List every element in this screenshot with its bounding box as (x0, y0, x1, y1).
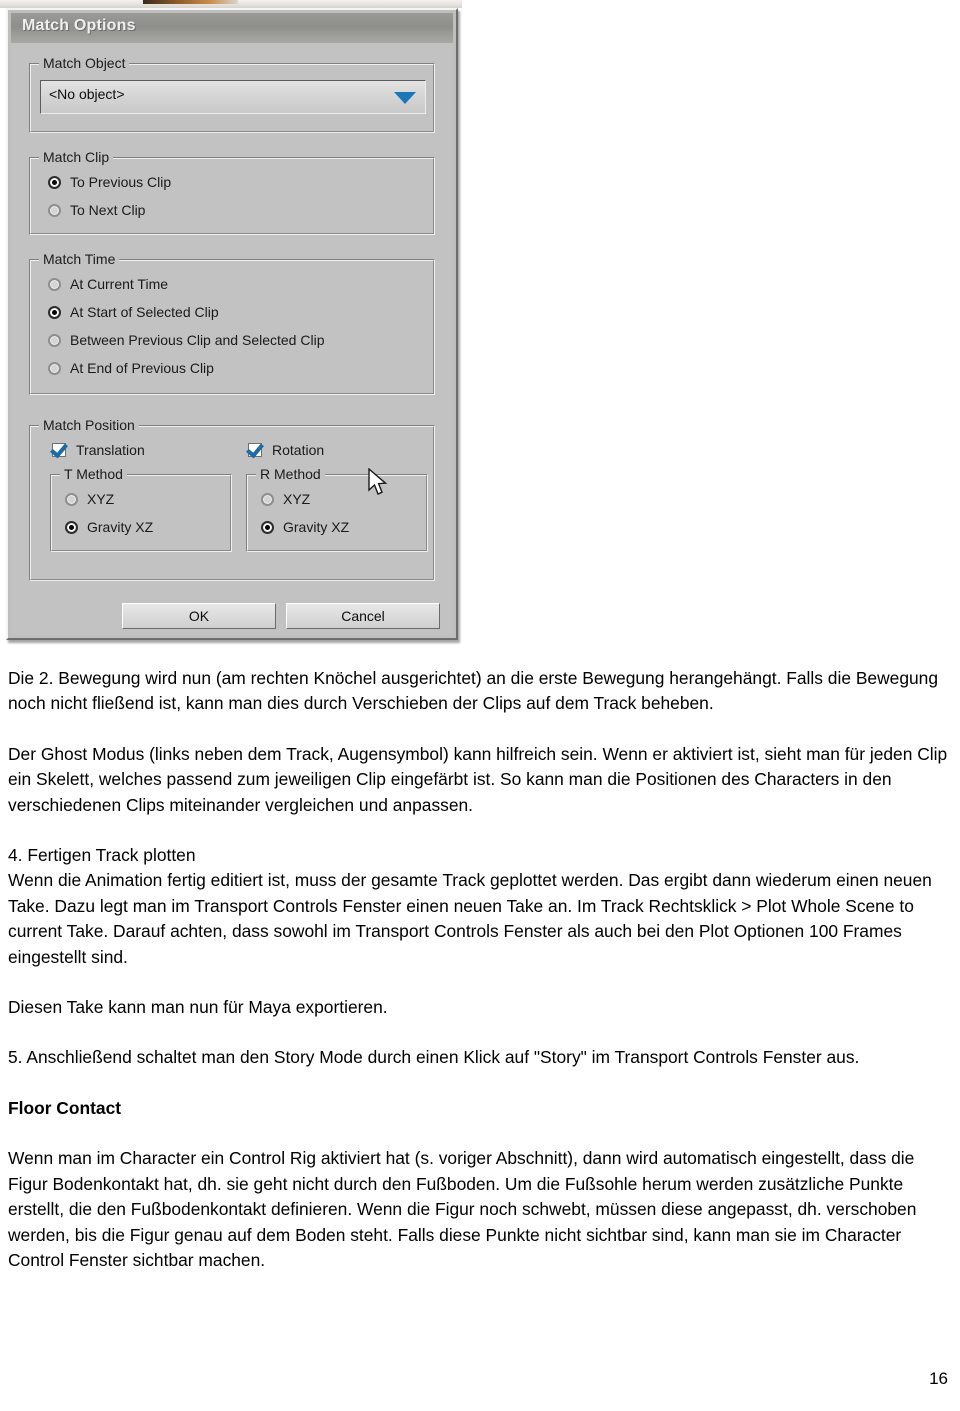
radio-to-next-clip[interactable]: To Next Clip (48, 202, 145, 218)
ok-button[interactable]: OK (122, 603, 276, 629)
group-t-method-bevel (51, 475, 231, 551)
radio-t-method-xyz[interactable]: XYZ (65, 491, 114, 507)
radio-to-previous-clip[interactable]: To Previous Clip (48, 174, 171, 190)
radio-label: Gravity XZ (87, 519, 154, 535)
radio-button-indicator[interactable] (48, 277, 61, 291)
group-r-method: R Method XYZ Gravity XZ (246, 466, 428, 552)
radio-button-indicator[interactable] (48, 175, 61, 189)
checkbox-label: Translation (76, 442, 145, 458)
radio-button-indicator[interactable] (48, 333, 61, 347)
radio-at-start-of-selected-clip[interactable]: At Start of Selected Clip (48, 304, 219, 320)
match-object-dropdown[interactable]: <No object> (40, 80, 426, 114)
paragraph: 5. Anschließend schaltet man den Story M… (8, 1047, 860, 1068)
chevron-down-icon[interactable] (394, 92, 416, 104)
group-r-method-bevel (247, 475, 427, 551)
radio-at-end-of-previous-clip[interactable]: At End of Previous Clip (48, 360, 214, 376)
radio-button-indicator[interactable] (48, 203, 61, 217)
group-match-position-label: Match Position (39, 417, 139, 433)
radio-button-indicator[interactable] (48, 361, 61, 375)
paragraph: Die 2. Bewegung wird nun (am rechten Knö… (8, 668, 939, 714)
group-r-method-label: R Method (256, 466, 325, 482)
cancel-button[interactable]: Cancel (286, 603, 440, 629)
background-window-accent-strip (143, 0, 238, 4)
dialog-titlebar[interactable]: Match Options (11, 13, 453, 43)
group-t-method-label: T Method (60, 466, 127, 482)
group-match-time: Match Time At Current Time At Start of S… (29, 251, 435, 395)
radio-t-method-gravity-xz[interactable]: Gravity XZ (65, 519, 153, 535)
radio-r-method-xyz[interactable]: XYZ (261, 491, 310, 507)
paragraph: Wenn die Animation fertig editiert ist, … (8, 870, 932, 967)
radio-label: To Next Clip (70, 202, 146, 218)
section-heading-floor-contact: Floor Contact (8, 1097, 122, 1118)
radio-label: XYZ (87, 491, 115, 507)
radio-label: Between Previous Clip and Selected Clip (70, 332, 325, 348)
radio-button-indicator[interactable] (261, 520, 274, 534)
checkbox-indicator[interactable] (248, 443, 262, 457)
checkbox-label: Rotation (272, 442, 325, 458)
radio-label: At End of Previous Clip (70, 360, 214, 376)
checkbox-indicator[interactable] (52, 443, 66, 457)
paragraph: Diesen Take kann man nun für Maya export… (8, 997, 388, 1018)
radio-button-indicator[interactable] (48, 305, 61, 319)
page-number: 16 (929, 1369, 948, 1388)
paragraph: Der Ghost Modus (links neben dem Track, … (8, 743, 948, 815)
section-heading-4: 4. Fertigen Track plotten (8, 845, 196, 866)
radio-button-indicator[interactable] (65, 520, 78, 534)
radio-button-indicator[interactable] (65, 492, 78, 506)
group-t-method: T Method XYZ Gravity XZ (50, 466, 232, 552)
radio-label: At Current Time (70, 276, 169, 292)
group-match-clip: Match Clip To Previous Clip To Next Clip (29, 149, 435, 235)
group-match-clip-bevel (30, 158, 434, 234)
radio-r-method-gravity-xz[interactable]: Gravity XZ (261, 519, 349, 535)
match-object-dropdown-value: <No object> (49, 86, 125, 102)
radio-at-current-time[interactable]: At Current Time (48, 276, 168, 292)
group-match-clip-label: Match Clip (39, 149, 114, 165)
background-window-sliver (0, 0, 462, 8)
radio-label: Gravity XZ (283, 519, 350, 535)
group-match-position: Match Position Translation Rotation T Me… (29, 417, 435, 581)
group-match-object: Match Object <No object> (29, 55, 435, 133)
checkbox-translation[interactable]: Translation (52, 442, 145, 458)
dialog-body: Match Object <No object> Match Clip To P… (11, 43, 453, 635)
checkbox-rotation[interactable]: Rotation (248, 442, 324, 458)
group-match-time-label: Match Time (39, 251, 120, 267)
paragraph: Wenn man im Character ein Control Rig ak… (8, 1148, 917, 1270)
document-body: Die 2. Bewegung wird nun (am rechten Knö… (8, 666, 952, 1298)
radio-button-indicator[interactable] (261, 492, 274, 506)
radio-label: To Previous Clip (70, 174, 172, 190)
match-options-dialog: Match Options Match Object <No object> M… (6, 8, 458, 640)
radio-label: At Start of Selected Clip (70, 304, 219, 320)
radio-between-previous-clip-and-selected-clip[interactable]: Between Previous Clip and Selected Clip (48, 332, 324, 348)
dialog-title: Match Options (22, 17, 136, 34)
radio-label: XYZ (283, 491, 311, 507)
group-match-object-label: Match Object (39, 55, 130, 71)
